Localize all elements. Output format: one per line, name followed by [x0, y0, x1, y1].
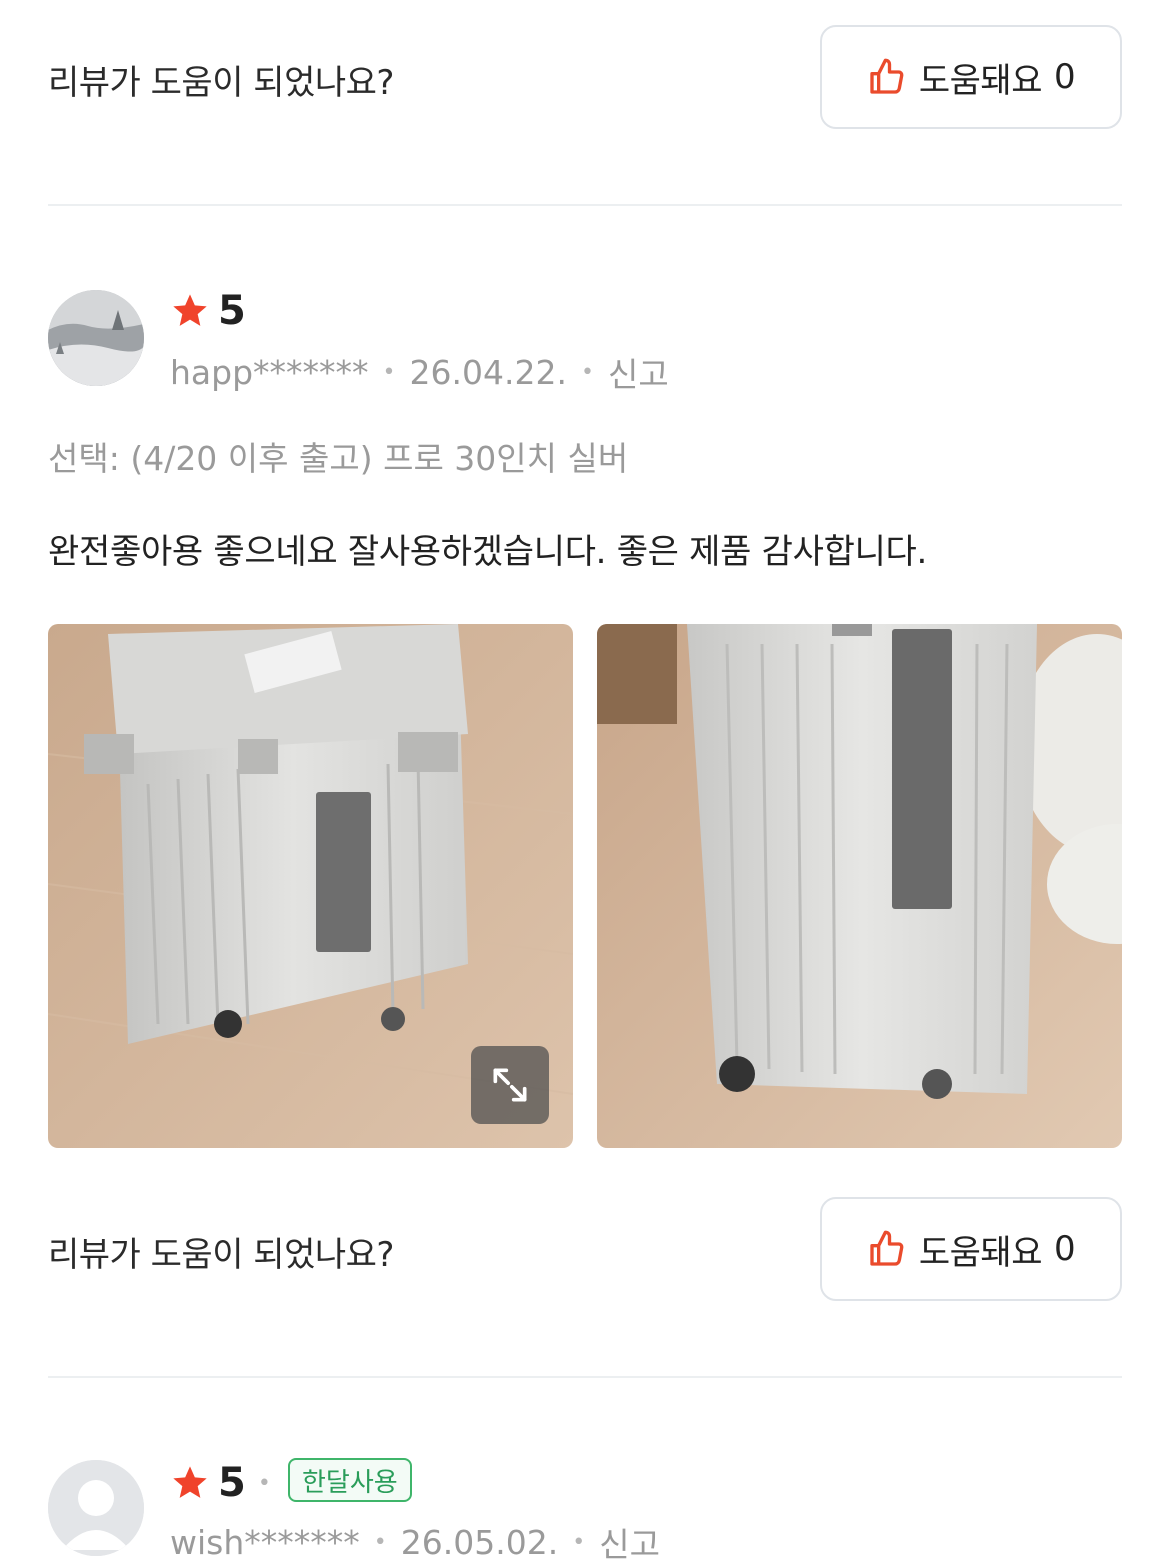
separator-dot: •	[382, 359, 396, 385]
purchase-option: 선택: (4/20 이후 출고) 프로 30인치 실버	[48, 439, 629, 478]
review-photo[interactable]	[48, 624, 573, 1148]
review-date: 26.04.22.	[409, 352, 567, 392]
star-icon	[173, 294, 207, 326]
helpful-row: 리뷰가 도움이 되었나요? 도움돼요 0	[48, 1197, 1122, 1303]
username: happ*******	[170, 352, 369, 392]
separator-dot: •	[580, 359, 594, 385]
avatar	[48, 290, 144, 386]
review-meta: wish******* • 26.05.02. • 신고	[170, 1518, 660, 1566]
helpful-question: 리뷰가 도움이 되었나요?	[48, 63, 394, 103]
review-text: 완전좋아용 좋으네요 잘사용하겠습니다. 좋은 제품 감사합니다.	[48, 532, 928, 572]
star-icon	[173, 1466, 207, 1498]
separator-dot: •	[373, 1529, 387, 1555]
rating-value: 5	[218, 288, 246, 334]
review-photo[interactable]	[597, 624, 1122, 1148]
helpful-label: 도움돼요	[918, 1232, 1043, 1273]
helpful-question: 리뷰가 도움이 되었나요?	[48, 1235, 394, 1275]
helpful-row: 리뷰가 도움이 되었나요? 도움돼요 0	[48, 25, 1122, 131]
review-meta: happ******* • 26.04.22. • 신고	[170, 348, 669, 396]
review-date: 26.05.02.	[400, 1522, 559, 1562]
rating: 5 •	[170, 1460, 271, 1506]
thumbs-up-icon	[870, 58, 904, 94]
report-link[interactable]: 신고	[608, 348, 669, 396]
helpful-count: 0	[1053, 57, 1076, 97]
separator-dot: •	[572, 1529, 586, 1555]
avatar	[48, 1460, 144, 1556]
helpful-button[interactable]: 도움돼요 0	[820, 25, 1122, 129]
divider	[48, 1376, 1122, 1378]
thumbs-up-icon	[870, 1230, 904, 1266]
divider	[48, 204, 1122, 206]
rating-value: 5	[218, 1460, 246, 1506]
helpful-count: 0	[1053, 1229, 1076, 1269]
expand-icon	[493, 1068, 527, 1102]
usage-badge: 한달사용	[288, 1458, 412, 1502]
username: wish*******	[170, 1522, 360, 1562]
rating: 5	[170, 288, 246, 334]
report-link[interactable]: 신고	[599, 1518, 660, 1566]
expand-button[interactable]	[471, 1046, 549, 1124]
helpful-label: 도움돼요	[918, 60, 1043, 101]
helpful-button[interactable]: 도움돼요 0	[820, 1197, 1122, 1301]
separator-dot: •	[257, 1470, 271, 1496]
